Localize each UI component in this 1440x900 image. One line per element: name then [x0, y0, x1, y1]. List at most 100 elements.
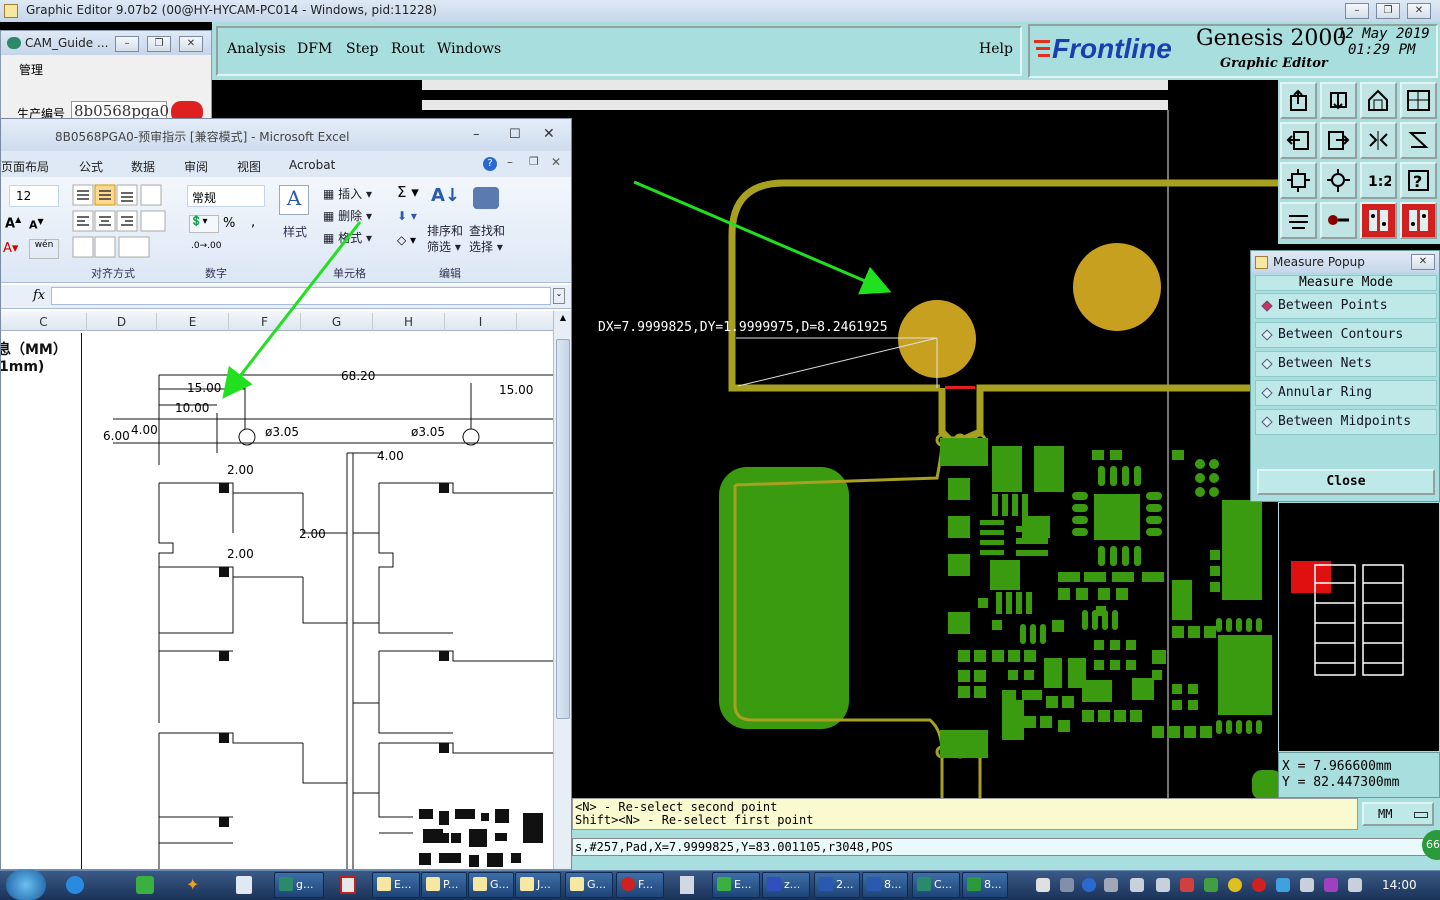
- taskbar-btn-13[interactable]: 8...: [962, 872, 1008, 898]
- menu-item-help[interactable]: Help: [979, 41, 1013, 57]
- start-button[interactable]: [6, 870, 46, 900]
- sheet-area[interactable]: 息（MM） 1mm) 15.00 10.00 68.20 15.00 6.00 …: [1, 333, 553, 869]
- tray-volume-icon[interactable]: [1130, 878, 1144, 892]
- taskbar-btn-3[interactable]: P...: [421, 872, 467, 898]
- tray-network-icon[interactable]: [1348, 878, 1362, 892]
- col-header-g[interactable]: G: [301, 313, 373, 331]
- autosum-icon[interactable]: Σ ▾: [397, 183, 419, 201]
- col-header-d[interactable]: D: [87, 313, 157, 331]
- taskbar-btn-10[interactable]: 2...: [814, 872, 860, 898]
- tool-save-icon[interactable]: [1320, 82, 1357, 119]
- tab-acrobat[interactable]: Acrobat: [289, 158, 335, 172]
- minimize-button[interactable]: –: [1345, 3, 1369, 19]
- minimap[interactable]: [1278, 502, 1440, 752]
- delete-button[interactable]: ▦ 删除 ▾: [323, 207, 372, 224]
- tab-view[interactable]: 视图: [237, 158, 261, 175]
- excel-titlebar[interactable]: 8B0568PGA0-预审指示 [兼容模式] - Microsoft Excel…: [1, 119, 571, 151]
- formula-expand-icon[interactable]: ⌄: [553, 288, 565, 304]
- tool-layers-icon[interactable]: [1360, 202, 1397, 239]
- tray-x-icon[interactable]: [1324, 878, 1338, 892]
- main-title-bar[interactable]: Graphic Editor 9.07b2 (00@HY-HYCAM-PC014…: [0, 0, 1440, 22]
- menu-item-dfm[interactable]: DFM: [297, 41, 332, 57]
- col-header-f[interactable]: F: [229, 313, 301, 331]
- find-select-icon[interactable]: [473, 187, 499, 209]
- quicklaunch-ie-icon[interactable]: [66, 876, 84, 894]
- scroll-up-icon[interactable]: ▲: [556, 313, 570, 327]
- tool-export-icon[interactable]: [1320, 122, 1357, 159]
- help-icon[interactable]: ?: [483, 157, 497, 171]
- insert-button[interactable]: ▦ 插入 ▾: [323, 185, 372, 202]
- col-header-h[interactable]: H: [373, 313, 445, 331]
- clear-icon[interactable]: ◇ ▾: [397, 233, 416, 247]
- phonetic-icon[interactable]: wén: [29, 239, 59, 259]
- mode-annular-ring[interactable]: Annular Ring: [1255, 380, 1437, 406]
- popup-close-icon[interactable]: ✕: [1411, 254, 1435, 270]
- taskbar-btn-7[interactable]: F...: [616, 872, 664, 898]
- mode-between-nets[interactable]: Between Nets: [1255, 351, 1437, 377]
- sort-filter-icon[interactable]: A↓: [431, 185, 460, 206]
- tool-scale-icon[interactable]: 1:2: [1360, 162, 1397, 199]
- cam-minimize-button[interactable]: –: [115, 36, 139, 52]
- tray-help-icon[interactable]: [1082, 878, 1096, 892]
- tool-import-icon[interactable]: [1280, 122, 1317, 159]
- cam-menu-manage[interactable]: 管理: [19, 61, 43, 78]
- currency-icon[interactable]: 💲▾: [189, 215, 219, 233]
- tray-brush-icon[interactable]: [1180, 878, 1194, 892]
- clock[interactable]: 14:00: [1382, 878, 1417, 892]
- styles-icon[interactable]: A: [279, 185, 309, 215]
- tray-settings-icon[interactable]: [1104, 878, 1118, 892]
- mode-between-points[interactable]: Between Points: [1255, 293, 1437, 319]
- fill-icon[interactable]: ⬇ ▾: [397, 209, 417, 223]
- font-size-select[interactable]: 12: [9, 185, 59, 207]
- maximize-button[interactable]: ❐: [1376, 3, 1400, 19]
- quicklaunch-pdf-icon[interactable]: [340, 876, 356, 894]
- taskbar-btn-1[interactable]: g...: [274, 872, 324, 898]
- tray-plus-icon[interactable]: [1228, 878, 1242, 892]
- tool-mirror-icon[interactable]: [1360, 122, 1397, 159]
- close-button[interactable]: ✕: [1407, 3, 1431, 19]
- tool-help-icon[interactable]: ?: [1400, 162, 1437, 199]
- tool-window-icon[interactable]: [1400, 82, 1437, 119]
- tab-formulas[interactable]: 公式: [79, 158, 103, 175]
- cam-close-button[interactable]: ✕: [179, 36, 203, 52]
- col-header-i[interactable]: I: [445, 313, 517, 331]
- taskbar-btn-6[interactable]: G...: [565, 872, 613, 898]
- col-header-c[interactable]: C: [1, 313, 87, 331]
- tab-data[interactable]: 数据: [131, 158, 155, 175]
- col-header-e[interactable]: E: [157, 313, 229, 331]
- tool-layers2-icon[interactable]: [1400, 202, 1437, 239]
- menu-item-analysis[interactable]: Analysis: [227, 41, 286, 57]
- shrink-font-icon[interactable]: A▼: [29, 217, 44, 232]
- ribbon-close-icon[interactable]: ✕: [551, 155, 561, 169]
- ribbon-minimize-icon[interactable]: –: [507, 155, 513, 169]
- tool-center-icon[interactable]: [1320, 162, 1357, 199]
- taskbar-btn-11[interactable]: 8...: [862, 872, 908, 898]
- formula-input[interactable]: [51, 287, 551, 305]
- tool-fit-icon[interactable]: [1280, 162, 1317, 199]
- cam-guide-titlebar[interactable]: CAM_Guide ... – ❐ ✕: [1, 31, 211, 55]
- cam-maximize-button[interactable]: ❐: [147, 36, 171, 52]
- tray-cloud-icon[interactable]: [1276, 878, 1290, 892]
- tray-pdf-icon[interactable]: [1036, 878, 1050, 892]
- quicklaunch-doc-icon[interactable]: [236, 876, 252, 894]
- tool-home-icon[interactable]: [1360, 82, 1397, 119]
- tray-keyboard-icon[interactable]: [1060, 878, 1074, 892]
- number-format-select[interactable]: 常规: [187, 185, 265, 207]
- tray-g-icon[interactable]: [1252, 878, 1266, 892]
- menu-item-step[interactable]: Step: [346, 41, 378, 57]
- measure-popup-titlebar[interactable]: Measure Popup ✕: [1251, 251, 1439, 273]
- font-color-icon[interactable]: A▾: [3, 241, 18, 256]
- measure-close-button[interactable]: Close: [1257, 469, 1435, 495]
- tray-mic-icon[interactable]: [1156, 878, 1170, 892]
- taskbar-btn-8[interactable]: E...: [712, 872, 760, 898]
- taskbar-btn-4[interactable]: G...: [468, 872, 514, 898]
- vertical-scrollbar[interactable]: ▲: [553, 311, 571, 869]
- taskbar-btn-2[interactable]: E...: [372, 872, 420, 898]
- tool-key-icon[interactable]: [1320, 202, 1357, 239]
- mode-between-contours[interactable]: Between Contours: [1255, 322, 1437, 348]
- quicklaunch-star-icon[interactable]: ✦: [186, 876, 204, 894]
- taskbar-btn-12[interactable]: C...: [912, 872, 960, 898]
- taskbar-btn-9[interactable]: z...: [762, 872, 810, 898]
- percent-icon[interactable]: %: [223, 216, 235, 231]
- quicklaunch-p-icon[interactable]: [136, 876, 154, 894]
